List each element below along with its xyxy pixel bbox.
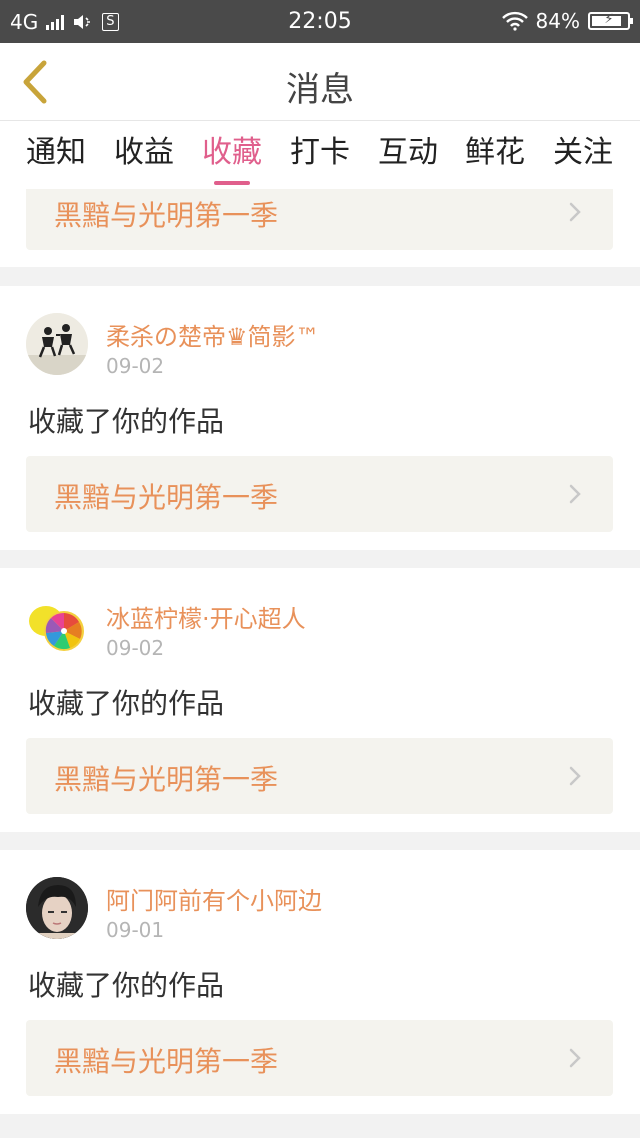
battery-icon: ⚡ bbox=[588, 12, 633, 30]
list-item: 阿门阿前有个小阿边 09-01 收藏了你的作品 黑黯与光明第一季 bbox=[0, 850, 640, 1114]
date: 09-01 bbox=[106, 918, 165, 942]
nav-bar: 消息 bbox=[0, 43, 640, 121]
work-link[interactable]: 黑黯与光明第一季 bbox=[26, 1020, 613, 1096]
couple-jumping-avatar-icon bbox=[26, 313, 88, 375]
chevron-right-icon bbox=[569, 766, 581, 786]
work-title: 黑黯与光明第一季 bbox=[54, 199, 279, 232]
tab-flowers[interactable]: 鲜花 bbox=[460, 133, 530, 177]
message-list: 黑黯与光明第一季 柔杀の楚帝♛简影™ 09-02 收藏了你的作品 黑黯与光明第一… bbox=[0, 189, 640, 1138]
action-text: 收藏了你的作品 bbox=[28, 969, 225, 1002]
tab-label: 打卡 bbox=[290, 135, 350, 170]
tab-favorites[interactable]: 收藏 bbox=[197, 133, 267, 185]
tab-label: 关注 bbox=[553, 135, 613, 170]
work-title: 黑黯与光明第一季 bbox=[54, 763, 279, 796]
chevron-right-icon bbox=[569, 1048, 581, 1068]
status-right: 84% ⚡ bbox=[501, 9, 633, 33]
username[interactable]: 柔杀の楚帝♛简影™ bbox=[106, 317, 320, 352]
tab-label: 收益 bbox=[114, 135, 174, 170]
avatar[interactable] bbox=[26, 877, 88, 939]
date: 09-02 bbox=[106, 354, 165, 378]
work-link[interactable]: 黑黯与光明第一季 bbox=[26, 456, 613, 532]
tab-notice[interactable]: 通知 bbox=[21, 133, 91, 177]
tab-interaction[interactable]: 互动 bbox=[373, 133, 443, 177]
tab-label: 鲜花 bbox=[465, 135, 525, 170]
list-item: 柔杀の楚帝♛简影™ 09-02 收藏了你的作品 黑黯与光明第一季 bbox=[0, 286, 640, 550]
tab-earnings[interactable]: 收益 bbox=[109, 133, 179, 177]
list-item: 黑黯与光明第一季 bbox=[0, 189, 640, 267]
tab-checkin[interactable]: 打卡 bbox=[285, 133, 355, 177]
action-text: 收藏了你的作品 bbox=[28, 405, 225, 438]
username[interactable]: 阿门阿前有个小阿边 bbox=[106, 881, 322, 916]
avatar[interactable] bbox=[26, 595, 88, 657]
date: 09-02 bbox=[106, 636, 165, 660]
wifi-icon bbox=[501, 11, 528, 31]
action-text: 收藏了你的作品 bbox=[28, 687, 225, 720]
battery-percent: 84% bbox=[535, 9, 580, 33]
list-item: 冰蓝柠檬·开心超人 09-02 收藏了你的作品 黑黯与光明第一季 bbox=[0, 568, 640, 832]
lemon-avatar-icon bbox=[26, 595, 88, 657]
work-link[interactable]: 黑黯与光明第一季 bbox=[26, 738, 613, 814]
tab-bar: 通知 收益 收藏 打卡 互动 鲜花 关注 bbox=[0, 121, 640, 189]
tab-label: 互动 bbox=[378, 135, 438, 170]
status-bar: 4G S 22:05 84% ⚡ bbox=[0, 0, 640, 43]
username[interactable]: 冰蓝柠檬·开心超人 bbox=[106, 599, 306, 634]
active-tab-indicator bbox=[214, 181, 250, 185]
portrait-avatar-icon bbox=[26, 877, 88, 939]
chevron-right-icon bbox=[569, 484, 581, 504]
work-title: 黑黯与光明第一季 bbox=[54, 481, 279, 514]
tab-follow[interactable]: 关注 bbox=[548, 133, 618, 177]
tab-label: 通知 bbox=[26, 135, 86, 170]
page-title: 消息 bbox=[286, 70, 354, 110]
avatar[interactable] bbox=[26, 313, 88, 375]
tab-label: 收藏 bbox=[202, 135, 262, 170]
work-title: 黑黯与光明第一季 bbox=[54, 1045, 279, 1078]
chevron-right-icon bbox=[569, 202, 581, 222]
work-link[interactable]: 黑黯与光明第一季 bbox=[26, 189, 613, 250]
